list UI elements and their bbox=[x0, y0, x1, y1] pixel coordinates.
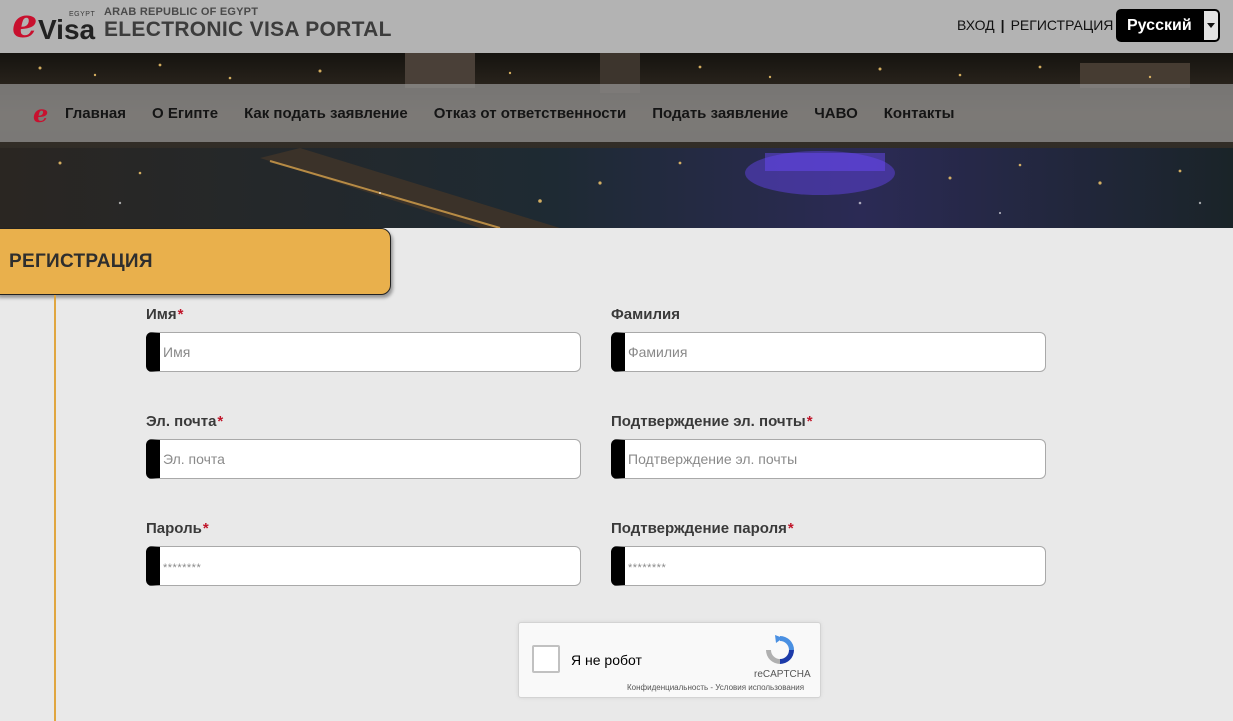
logo-e-glyph: e bbox=[12, 0, 38, 47]
evisa-logo[interactable]: e EGYPT Visa bbox=[8, 2, 103, 50]
required-mark: * bbox=[177, 306, 184, 323]
last-name-input[interactable] bbox=[611, 332, 1046, 372]
portal-title: ELECTRONIC VISA PORTAL bbox=[104, 18, 392, 41]
page-title: РЕГИСТРАЦИЯ bbox=[9, 251, 153, 272]
nav-item-apply[interactable]: Подать заявление bbox=[652, 105, 788, 122]
password-input[interactable] bbox=[146, 546, 581, 586]
last-name-label: Фамилия bbox=[611, 306, 680, 323]
required-mark: * bbox=[806, 413, 813, 430]
nav-item-home[interactable]: Главная bbox=[65, 105, 126, 122]
recaptcha-label: Я не робот bbox=[571, 652, 642, 668]
nav-logo-icon[interactable]: e bbox=[33, 102, 48, 126]
first-name-input[interactable] bbox=[146, 332, 581, 372]
link-separator: | bbox=[1000, 17, 1005, 33]
registration-heading-tab: РЕГИСТРАЦИЯ bbox=[0, 228, 391, 295]
nav-item-disclaimer[interactable]: Отказ от ответственности bbox=[434, 105, 626, 122]
recaptcha-widget: Я не робот reCAPTCHA Конфиденциальность … bbox=[518, 622, 821, 698]
password-confirm-input[interactable] bbox=[611, 546, 1046, 586]
section-divider-line bbox=[54, 295, 56, 721]
nav-item-faq[interactable]: ЧАВО bbox=[814, 105, 858, 122]
nav-item-how-to-apply[interactable]: Как подать заявление bbox=[244, 105, 408, 122]
required-mark: * bbox=[202, 520, 209, 537]
recaptcha-privacy-terms-links[interactable]: Конфиденциальность - Условия использован… bbox=[627, 683, 804, 692]
auth-links: ВХОД | РЕГИСТРАЦИЯ bbox=[957, 17, 1113, 33]
chevron-down-icon[interactable] bbox=[1204, 11, 1218, 40]
recaptcha-checkbox[interactable] bbox=[532, 645, 560, 673]
required-mark: * bbox=[787, 520, 794, 537]
top-header: e EGYPT Visa ARAB REPUBLIC OF EGYPT ELEC… bbox=[0, 0, 1233, 53]
logo-visa-word: Visa bbox=[38, 14, 96, 45]
email-label: Эл. почта* bbox=[146, 413, 224, 430]
recaptcha-brand: reCAPTCHA bbox=[754, 669, 811, 680]
language-label: Русский bbox=[1127, 16, 1192, 34]
email-confirm-input[interactable] bbox=[611, 439, 1046, 479]
republic-label: ARAB REPUBLIC OF EGYPT bbox=[104, 6, 259, 18]
required-mark: * bbox=[217, 413, 224, 430]
password-label: Пароль* bbox=[146, 520, 209, 537]
hero-banner: e Главная О Египте Как подать заявление … bbox=[0, 53, 1233, 228]
recaptcha-icon bbox=[766, 635, 794, 664]
password-confirm-label: Подтверждение пароля* bbox=[611, 520, 794, 537]
login-link[interactable]: ВХОД bbox=[957, 17, 995, 33]
email-input[interactable] bbox=[146, 439, 581, 479]
first-name-label: Имя* bbox=[146, 306, 184, 323]
email-confirm-label: Подтверждение эл. почты* bbox=[611, 413, 813, 430]
nav-item-about-egypt[interactable]: О Египте bbox=[152, 105, 218, 122]
main-nav: e Главная О Египте Как подать заявление … bbox=[0, 84, 1233, 142]
language-select[interactable]: Русский bbox=[1116, 9, 1220, 42]
nav-item-contacts[interactable]: Контакты bbox=[884, 105, 955, 122]
register-link[interactable]: РЕГИСТРАЦИЯ bbox=[1011, 17, 1114, 33]
